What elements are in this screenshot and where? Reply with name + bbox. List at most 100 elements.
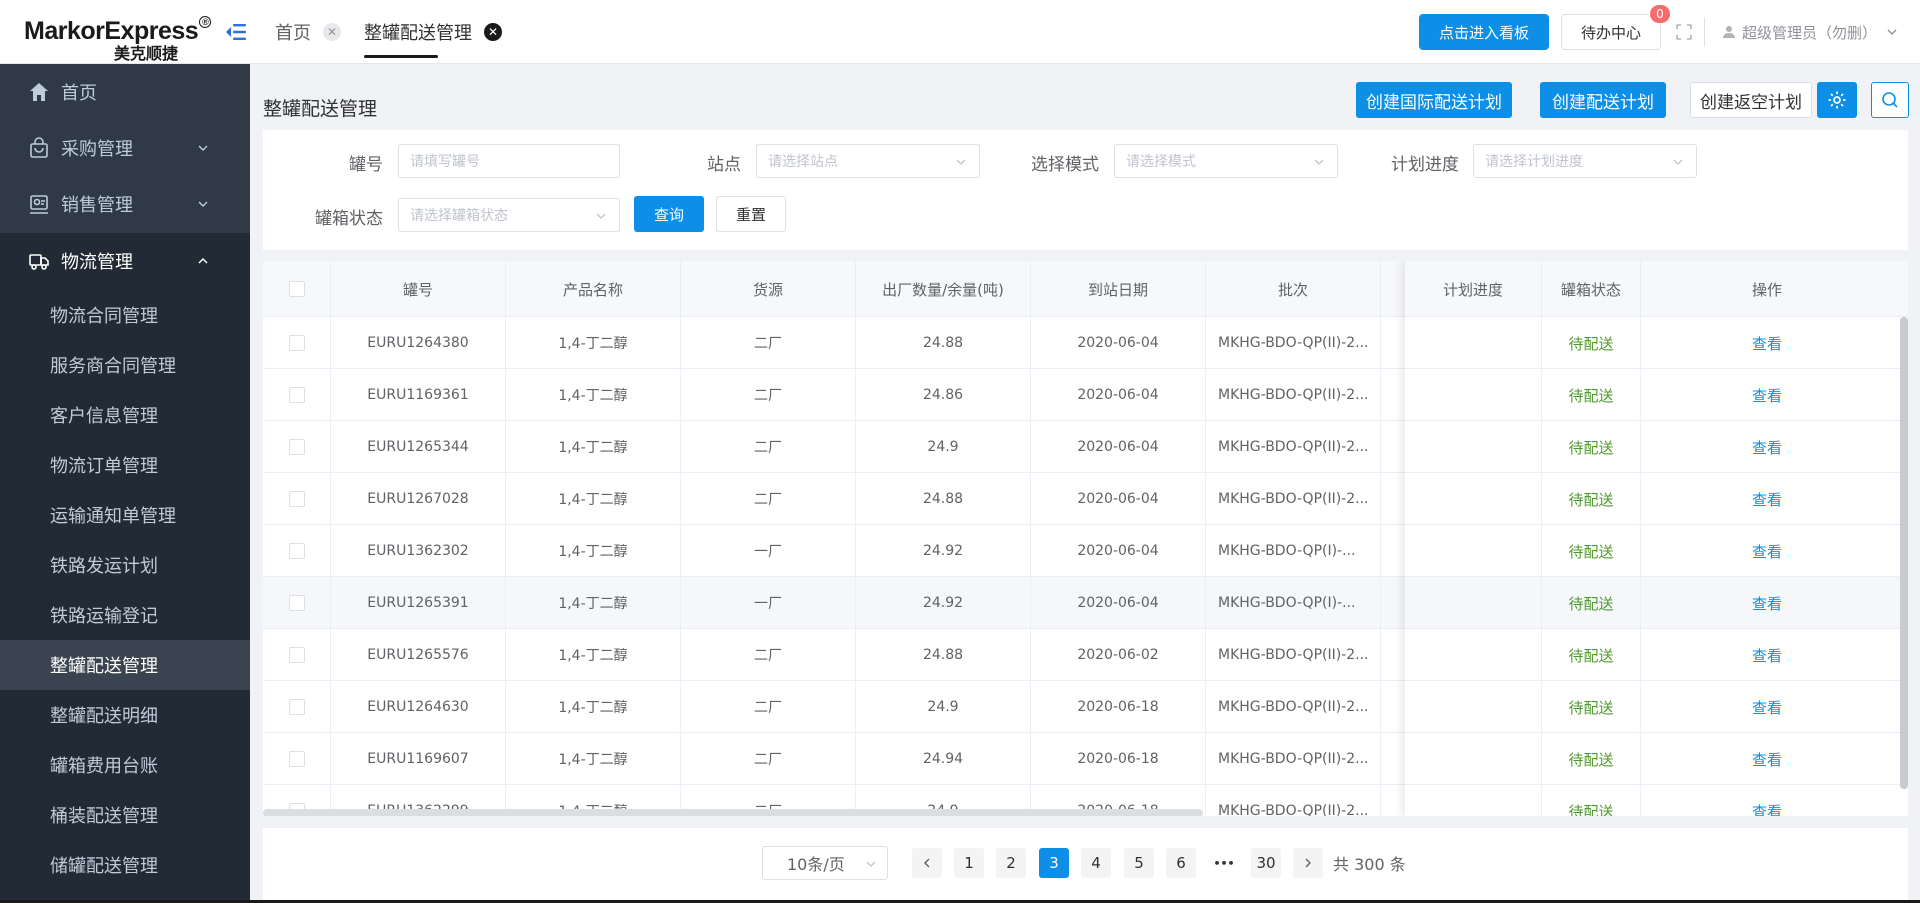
page-4-button[interactable]: 4: [1081, 848, 1111, 878]
sidebar-sub-storage-delivery[interactable]: 储罐配送管理: [0, 840, 250, 890]
table-row[interactable]: EURU1362302 1,4-丁二醇 一厂 24.92 2020-06-04 MKHG-…: [263, 525, 1908, 577]
create-intl-plan-button[interactable]: 创建国际配送计划: [1356, 82, 1512, 118]
page-5-button[interactable]: 5: [1124, 848, 1154, 878]
sidebar-sub-barrel-delivery[interactable]: 桶装配送管理: [0, 790, 250, 840]
sidebar-item-home[interactable]: 首页: [0, 64, 250, 120]
cell-quantity: 24.94: [856, 733, 1031, 785]
row-checkbox[interactable]: [288, 439, 305, 455]
station-select[interactable]: 请选择站点: [756, 144, 980, 178]
search-toggle-button[interactable]: [1871, 82, 1909, 118]
menu-collapse-icon[interactable]: [224, 20, 248, 44]
row-checkbox[interactable]: [288, 751, 305, 767]
sidebar-sub-tank-delivery[interactable]: 整罐配送管理: [0, 640, 250, 690]
row-checkbox[interactable]: [288, 595, 305, 611]
mode-select[interactable]: 请选择模式: [1114, 144, 1338, 178]
row-checkbox[interactable]: [288, 543, 305, 559]
page-3-button[interactable]: 3: [1039, 848, 1069, 878]
reset-button[interactable]: 重置: [716, 196, 786, 232]
col-arrival-date[interactable]: 到站日期: [1031, 261, 1206, 317]
col-source[interactable]: 货源: [681, 261, 856, 317]
row-select-cell: [263, 681, 331, 733]
cell-tank-no: EURU1265391: [331, 577, 506, 629]
tab-tank-delivery-close-icon[interactable]: ✕: [484, 23, 502, 41]
table-row[interactable]: EURU1169607 1,4-丁二醇 二厂 24.94 2020-06-18 MKHG-…: [263, 733, 1908, 785]
col-tank-no[interactable]: 罐号: [331, 261, 506, 317]
logo[interactable]: MarkorExpress ® 美克顺捷: [24, 8, 212, 63]
cell-tank-status: 待配送: [1542, 733, 1641, 785]
sidebar-sub-tank-fee-ledger[interactable]: 罐箱费用台账: [0, 740, 250, 790]
page-size-select[interactable]: 10条/页: [762, 846, 888, 880]
table-row[interactable]: EURU1265391 1,4-丁二醇 一厂 24.92 2020-06-04 MKHG-…: [263, 577, 1908, 629]
row-checkbox[interactable]: [288, 647, 305, 663]
sidebar-sub-tank-delivery-detail[interactable]: 整罐配送明细: [0, 690, 250, 740]
next-page-button[interactable]: [1293, 848, 1323, 878]
sidebar-sub-customer-info[interactable]: 客户信息管理: [0, 390, 250, 440]
col-tank-status[interactable]: 罐箱状态: [1542, 261, 1641, 317]
create-return-plan-button[interactable]: 创建返空计划: [1690, 82, 1812, 118]
fullscreen-icon[interactable]: [1676, 24, 1692, 40]
col-actions: 操作: [1751, 280, 1782, 299]
table-row[interactable]: EURU1169361 1,4-丁二醇 二厂 24.86 2020-06-04 MKHG-…: [263, 369, 1908, 421]
col-plan-progress[interactable]: 计划进度: [1405, 261, 1542, 317]
cell-actions: 查看: [1641, 317, 1893, 369]
table-row[interactable]: EURU1265344 1,4-丁二醇 二厂 24.9 2020-06-04 MKHG-B…: [263, 421, 1908, 473]
sidebar-item-purchase[interactable]: 采购管理: [0, 120, 250, 176]
view-link[interactable]: 查看: [1752, 801, 1782, 817]
create-plan-button[interactable]: 创建配送计划: [1540, 82, 1666, 118]
tab-tank-delivery[interactable]: 整罐配送管理 ✕: [364, 0, 502, 64]
page-1-button[interactable]: 1: [954, 848, 984, 878]
sidebar-sub-logistics-order[interactable]: 物流订单管理: [0, 440, 250, 490]
view-link[interactable]: 查看: [1752, 593, 1782, 614]
table-row[interactable]: EURU1264380 1,4-丁二醇 二厂 24.88 2020-06-04 MKHG-…: [263, 317, 1908, 369]
select-all-checkbox[interactable]: [288, 281, 305, 297]
sidebar-sub-provider-contract[interactable]: 服务商合同管理: [0, 340, 250, 390]
vertical-scrollbar[interactable]: [1900, 317, 1908, 789]
todo-center-button[interactable]: 待办中心: [1561, 14, 1661, 50]
view-link[interactable]: 查看: [1752, 333, 1782, 354]
col-quantity[interactable]: 出厂数量/余量(吨): [856, 261, 1031, 317]
sidebar-item-label: 采购管理: [61, 139, 133, 160]
sidebar-sub-logistics-contract[interactable]: 物流合同管理: [0, 290, 250, 340]
user-menu[interactable]: 超级管理员（勿删）: [1722, 20, 1905, 44]
table-row[interactable]: EURU1267028 1,4-丁二醇 二厂 24.88 2020-06-04 MKHG-…: [263, 473, 1908, 525]
page-6-button[interactable]: 6: [1166, 848, 1196, 878]
row-checkbox[interactable]: [288, 491, 305, 507]
table-row[interactable]: EURU1264630 1,4-丁二醇 二厂 24.9 2020-06-18 MKHG-B…: [263, 681, 1908, 733]
view-link[interactable]: 查看: [1752, 385, 1782, 406]
sidebar-sub-transport-notice[interactable]: 运输通知单管理: [0, 490, 250, 540]
settings-button[interactable]: [1817, 82, 1857, 118]
progress-select[interactable]: 请选择计划进度: [1473, 144, 1697, 178]
row-checkbox[interactable]: [288, 699, 305, 715]
page-ellipsis[interactable]: •••: [1209, 848, 1239, 878]
view-link[interactable]: 查看: [1752, 749, 1782, 770]
prev-page-button[interactable]: [912, 848, 942, 878]
view-link[interactable]: 查看: [1752, 541, 1782, 562]
sidebar-item-sales[interactable]: 销售管理: [0, 176, 250, 232]
row-select-cell: [263, 629, 331, 681]
row-checkbox[interactable]: [288, 387, 305, 403]
view-link[interactable]: 查看: [1752, 437, 1782, 458]
tab-home[interactable]: 首页 ✕: [275, 0, 341, 64]
sidebar-sub-rail-plan[interactable]: 铁路发运计划: [0, 540, 250, 590]
col-product[interactable]: 产品名称: [506, 261, 681, 317]
query-button[interactable]: 查询: [634, 196, 704, 232]
tab-home-close-icon[interactable]: ✕: [323, 23, 341, 41]
col-batch[interactable]: 批次: [1206, 261, 1381, 317]
view-link[interactable]: 查看: [1752, 697, 1782, 718]
sidebar-item-logistics[interactable]: 物流管理: [0, 233, 250, 289]
tank-status-select[interactable]: 请选择罐箱状态: [398, 198, 620, 232]
table-row[interactable]: EURU1265576 1,4-丁二醇 二厂 24.88 2020-06-02 MKHG-…: [263, 629, 1908, 681]
row-checkbox[interactable]: [288, 335, 305, 351]
view-link[interactable]: 查看: [1752, 645, 1782, 666]
horizontal-scrollbar[interactable]: [263, 809, 1203, 816]
page-last-button[interactable]: 30: [1251, 848, 1281, 878]
page-2-button[interactable]: 2: [996, 848, 1026, 878]
status-text: 待配送: [1568, 698, 1614, 717]
cell-tank-no: EURU1264380: [331, 317, 506, 369]
status-text: 待配送: [1568, 594, 1614, 613]
sidebar: 首页 采购管理 销售管理 物流管理 物流合同管理 服务商合同管理 客户信息管理 …: [0, 64, 250, 903]
sidebar-sub-rail-register[interactable]: 铁路运输登记: [0, 590, 250, 640]
view-link[interactable]: 查看: [1752, 489, 1782, 510]
kanban-button[interactable]: 点击进入看板: [1419, 14, 1549, 50]
tank-no-input[interactable]: 请填写罐号: [398, 144, 620, 178]
